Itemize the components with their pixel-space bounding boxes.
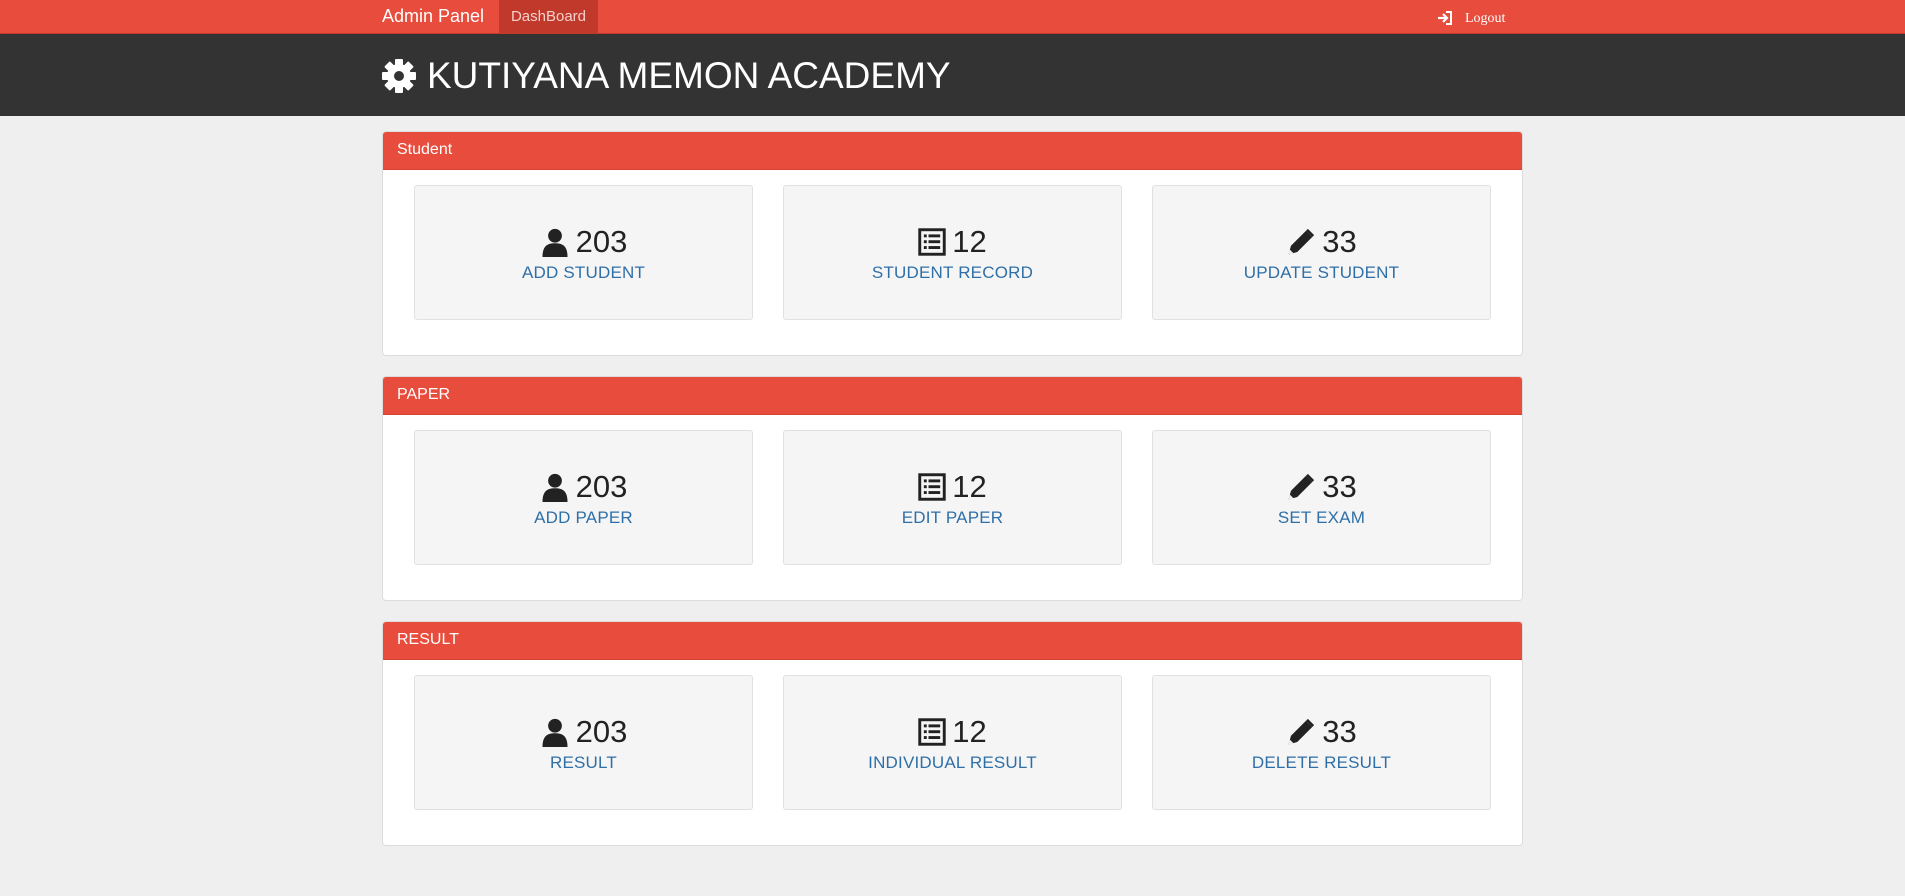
tile-count: 12: [952, 224, 987, 259]
add-student-link[interactable]: ADD STUDENT: [415, 263, 752, 283]
pencil-icon: [1286, 717, 1316, 747]
tile-result: 203 RESULT: [414, 675, 753, 810]
tile-student-record: 12 STUDENT RECORD: [783, 185, 1122, 320]
user-icon: [540, 717, 570, 747]
panel-heading-paper: PAPER: [383, 377, 1522, 415]
set-exam-link[interactable]: SET EXAM: [1153, 508, 1490, 528]
list-icon: [918, 718, 946, 746]
panel-heading-result: RESULT: [383, 622, 1522, 660]
tile-count: 33: [1322, 714, 1357, 749]
edit-paper-link[interactable]: EDIT PAPER: [784, 508, 1121, 528]
brand-link[interactable]: Admin Panel: [382, 0, 484, 33]
login-arrow-icon: [1438, 11, 1452, 25]
individual-result-link[interactable]: INDIVIDUAL RESULT: [784, 753, 1121, 773]
delete-result-link[interactable]: DELETE RESULT: [1153, 753, 1490, 773]
tile-count: 203: [575, 224, 628, 259]
academy-name: KUTIYANA MEMON ACADEMY: [427, 55, 951, 96]
panel-student: Student 203 ADD STUDENT 12 STUDENT RECOR…: [382, 131, 1523, 356]
tile-set-exam: 33 SET EXAM: [1152, 430, 1491, 565]
list-icon: [918, 228, 946, 256]
panel-paper: PAPER 203 ADD PAPER 12 EDIT PAPER 33 SET…: [382, 376, 1523, 601]
user-icon: [540, 227, 570, 257]
tile-individual-result: 12 INDIVIDUAL RESULT: [783, 675, 1122, 810]
pencil-icon: [1286, 472, 1316, 502]
gear-icon: [382, 59, 416, 93]
tile-count: 33: [1322, 469, 1357, 504]
logout-label: Logout: [1465, 10, 1506, 26]
result-link[interactable]: RESULT: [415, 753, 752, 773]
tile-count: 203: [575, 714, 628, 749]
update-student-link[interactable]: UPDATE STUDENT: [1153, 263, 1490, 283]
tile-add-paper: 203 ADD PAPER: [414, 430, 753, 565]
tile-update-student: 33 UPDATE STUDENT: [1152, 185, 1491, 320]
add-paper-link[interactable]: ADD PAPER: [415, 508, 752, 528]
tile-add-student: 203 ADD STUDENT: [414, 185, 753, 320]
logout-link[interactable]: Logout: [1437, 0, 1505, 36]
tile-edit-paper: 12 EDIT PAPER: [783, 430, 1122, 565]
list-icon: [918, 473, 946, 501]
tile-count: 203: [575, 469, 628, 504]
panel-heading-student: Student: [383, 132, 1522, 170]
tile-count: 12: [952, 714, 987, 749]
tile-count: 12: [952, 469, 987, 504]
page-header: KUTIYANA MEMON ACADEMY: [0, 34, 1905, 116]
student-record-link[interactable]: STUDENT RECORD: [784, 263, 1121, 283]
tile-delete-result: 33 DELETE RESULT: [1152, 675, 1491, 810]
panel-result: RESULT 203 RESULT 12 INDIVIDUAL RESULT 3…: [382, 621, 1523, 846]
tile-count: 33: [1322, 224, 1357, 259]
nav-dashboard-tab[interactable]: DashBoard: [499, 0, 598, 33]
pencil-icon: [1286, 227, 1316, 257]
page-title: KUTIYANA MEMON ACADEMY: [381, 54, 951, 98]
top-navbar: Admin Panel DashBoard Logout: [0, 0, 1905, 34]
user-icon: [540, 472, 570, 502]
